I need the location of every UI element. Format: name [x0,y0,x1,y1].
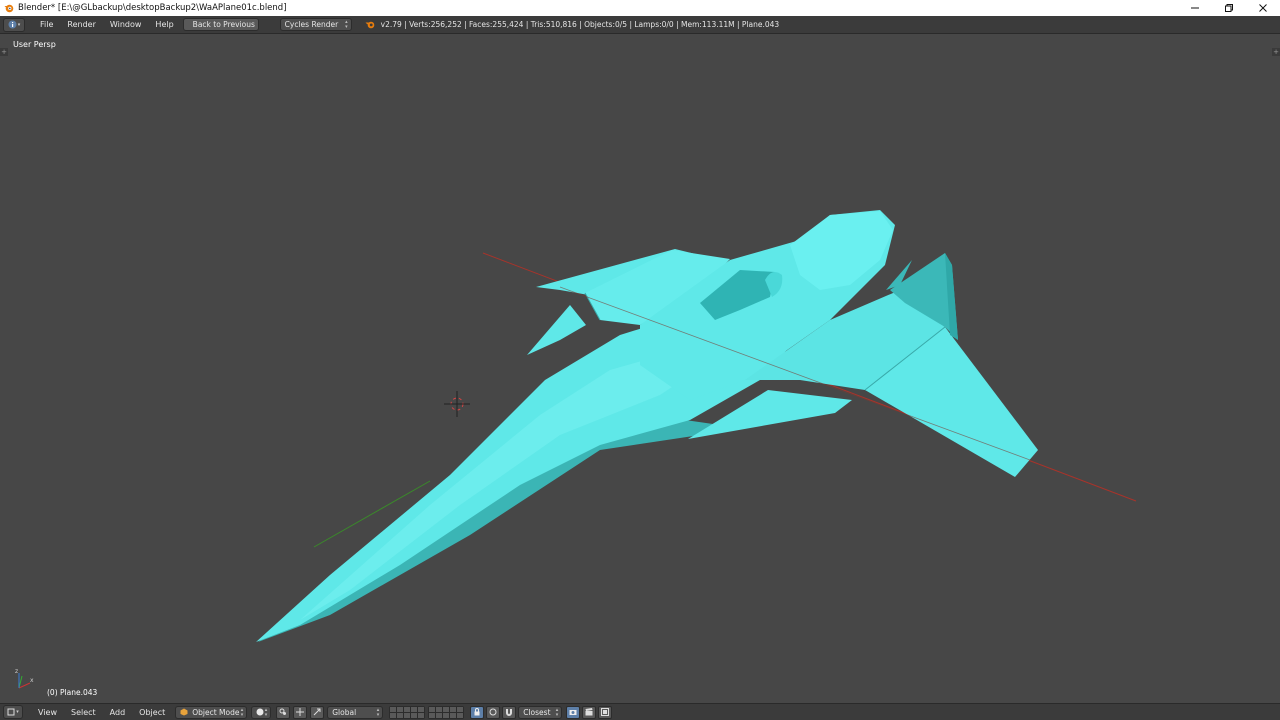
scene-layers[interactable] [389,705,426,719]
left-canard [527,305,586,355]
render-settings-button[interactable] [598,705,613,719]
translate-manipulator[interactable] [310,705,325,719]
render-opengl-button[interactable] [566,705,581,719]
arrow-icon [313,708,321,716]
close-button[interactable] [1246,0,1280,16]
lock-icon [474,708,480,716]
object-mode-icon [180,708,188,716]
view-name-label: User Persp [13,40,56,49]
up-down-arrows-icon: ▴ ▾ [555,706,559,718]
chevron-down-icon: ▾ [17,21,21,28]
up-down-arrows-icon: ▴ ▾ [240,706,244,718]
lock-camera-button[interactable] [470,705,485,719]
axis-gizmo-icon: x z [15,668,34,689]
menu-select[interactable]: Select [64,708,103,717]
svg-text:x: x [30,677,34,684]
back-to-previous-button[interactable]: Back to Previous [182,18,259,31]
magnet-icon [506,709,513,716]
minimize-button[interactable] [1178,0,1212,16]
info-icon [8,20,17,29]
pivot-point-button[interactable] [276,705,291,719]
menu-add[interactable]: Add [103,708,133,717]
render-engine-label: Cycles Render [284,20,339,29]
menu-file[interactable]: File [33,20,60,29]
menu-help[interactable]: Help [148,20,180,29]
render-icon [601,708,610,716]
interaction-mode-dropdown[interactable]: Object Mode ▴ ▾ [175,705,248,719]
viewport-shading-dropdown[interactable]: ▴ ▾ [251,705,272,719]
snap-toggle[interactable] [502,705,517,719]
menu-view[interactable]: View [31,708,64,717]
transform-orientation-dropdown[interactable]: Global ▴ ▾ [327,705,384,719]
restore-icon [1225,4,1233,12]
minimize-icon [1191,7,1199,9]
properties-toggle[interactable]: + [1272,48,1280,56]
3d-cursor-icon[interactable] [444,391,470,417]
tool-shelf-toggle[interactable]: + [0,48,8,56]
canopy [790,211,893,290]
up-down-arrows-icon: ▴ ▾ [264,706,268,718]
manipulator-icon [296,708,305,716]
3d-viewport[interactable]: x z User Persp (0) Plane.043 + + [0,35,1280,703]
3d-view-icon [7,708,15,716]
proportional-edit-icon [489,708,497,716]
proportional-edit-button[interactable] [486,705,501,719]
clapper-icon [585,708,593,716]
up-down-arrows-icon: ▴ ▾ [345,19,348,30]
solid-shading-icon [256,708,264,716]
menu-window[interactable]: Window [103,20,149,29]
menu-object[interactable]: Object [132,708,172,717]
chevron-down-icon: ▾ [16,709,19,715]
camera-icon [569,710,577,715]
blender-logo-icon [365,21,374,29]
info-header: ▾ File Render Window Help Back to Previo… [0,16,1280,34]
up-down-arrows-icon: ▴ ▾ [376,706,380,718]
interaction-mode-label: Object Mode [192,707,240,717]
menu-render[interactable]: Render [60,20,102,29]
close-icon [1259,4,1267,12]
snap-target-label: Closest [523,707,551,717]
snap-target-dropdown[interactable]: Closest ▴ ▾ [518,705,563,719]
manipulator-toggle[interactable] [293,705,308,719]
active-object-info: (0) Plane.043 [47,688,98,697]
spaceship-model[interactable] [256,210,1038,642]
pivot-icon [279,708,287,715]
transform-orientation-label: Global [332,707,357,717]
editor-type-selector[interactable]: ▾ [3,17,25,32]
scene-render: x z [15,210,1137,689]
render-engine-dropdown[interactable]: Cycles Render ▴ ▾ [279,18,352,31]
scene-layers-2[interactable] [428,705,465,719]
window-title-bar: Blender* [E:\@GLbackup\desktopBackup2\Wa… [0,0,1280,16]
restore-button[interactable] [1212,0,1246,16]
svg-text:z: z [15,668,18,675]
3d-view-header: ▾ View Select Add Object Object Mode ▴ ▾ … [0,703,1280,720]
window-title: Blender* [E:\@GLbackup\desktopBackup2\Wa… [18,3,287,13]
scene-statistics: v2.79 | Verts:256,252 | Faces:255,424 | … [380,20,780,29]
blender-logo-icon [4,4,14,13]
back-to-previous-label: Back to Previous [192,20,255,29]
render-animation-button[interactable] [582,705,597,719]
editor-type-selector-3d[interactable]: ▾ [3,705,23,719]
